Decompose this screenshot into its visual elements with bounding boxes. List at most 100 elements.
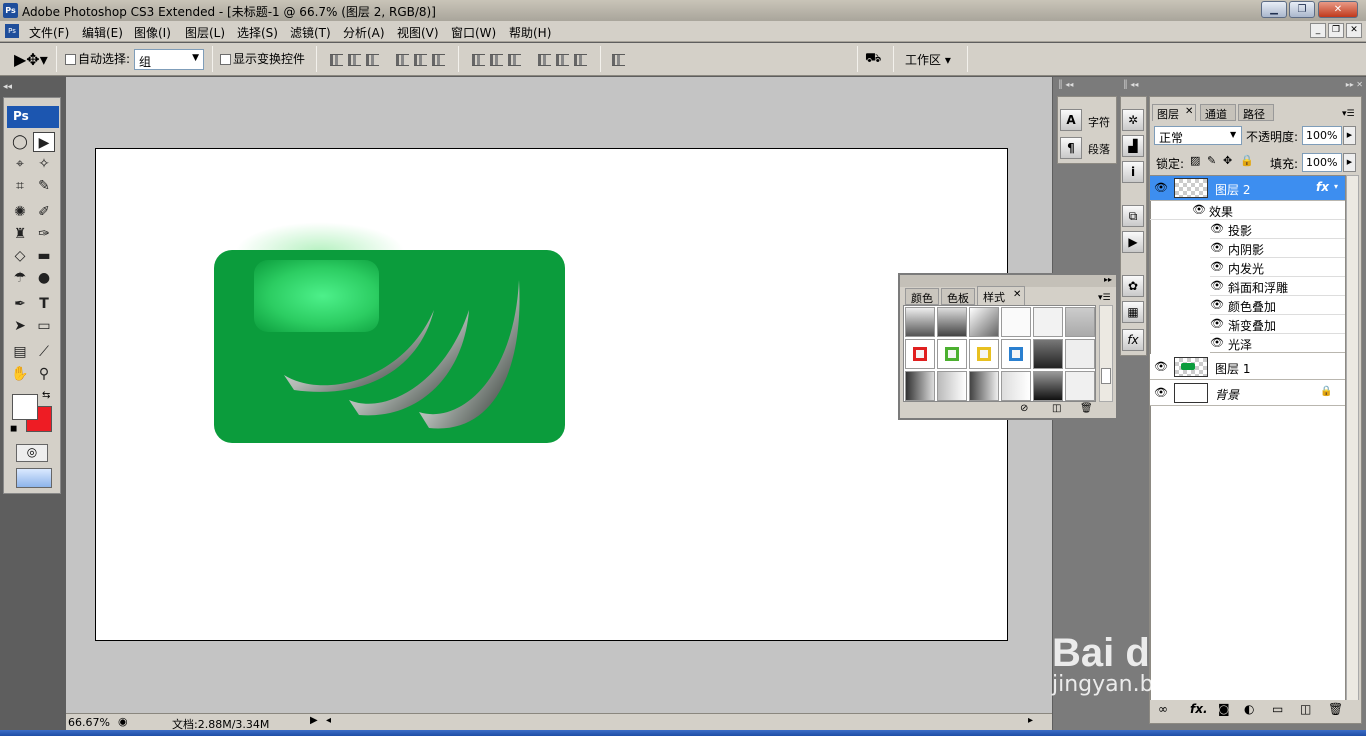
style-swatch[interactable] [905, 307, 935, 337]
align-vcenter-icon[interactable] [348, 54, 361, 66]
minimize-button[interactable]: ▁ [1261, 1, 1287, 18]
fill-input[interactable]: 100% [1302, 153, 1342, 172]
move-tool-icon[interactable]: ▶ [33, 132, 55, 152]
distribute-top-icon[interactable] [472, 54, 485, 66]
layer-row-layer-1[interactable]: 👁 图层 1 [1150, 354, 1345, 380]
style-swatch[interactable] [937, 307, 967, 337]
layer-name[interactable]: 背景 [1215, 386, 1239, 403]
visibility-eye-icon[interactable]: 👁 [1210, 299, 1224, 310]
visibility-eye-icon[interactable]: 👁 [1210, 242, 1224, 253]
close-button[interactable]: ✕ [1318, 1, 1358, 18]
styles-fx-icon[interactable]: fx [1122, 329, 1144, 351]
tab-color[interactable]: 颜色 [905, 288, 939, 305]
paragraph-icon[interactable]: ¶ [1060, 137, 1082, 159]
navigator-icon[interactable]: ✲ [1122, 109, 1144, 131]
collapse-effects-icon[interactable]: ▾ [1334, 182, 1338, 191]
visibility-eye-icon[interactable]: 👁 [1210, 318, 1224, 329]
scrollbar-thumb[interactable] [1101, 368, 1111, 384]
visibility-eye-icon[interactable]: 👁 [1210, 223, 1224, 234]
workspace-menu[interactable]: 工作区 ▾ [905, 51, 951, 68]
scroll-right-icon[interactable]: ▸ [1028, 715, 1033, 726]
effect-row[interactable]: 👁 光泽 [1210, 334, 1345, 353]
style-swatch[interactable] [1033, 371, 1063, 401]
status-menu-arrow-icon[interactable]: ▶ [310, 715, 318, 726]
menu-analysis[interactable]: 分析(A) [343, 24, 385, 41]
new-layer-icon[interactable]: ◫ [1300, 702, 1311, 716]
eraser-icon[interactable]: ◇ [9, 246, 31, 266]
slice-icon[interactable]: ✎ [33, 176, 55, 196]
align-top-icon[interactable] [330, 54, 343, 66]
close-icon[interactable]: ✕ [1185, 106, 1193, 117]
collapse-icon[interactable]: ◂◂ [3, 82, 12, 92]
menu-window[interactable]: 窗口(W) [451, 24, 496, 41]
menu-help[interactable]: 帮助(H) [509, 24, 551, 41]
fx-icon[interactable]: fx [1316, 180, 1329, 194]
style-swatch[interactable] [1001, 339, 1031, 369]
effect-row[interactable]: 👁 渐变叠加 [1210, 315, 1345, 334]
distribute-vcenter-icon[interactable] [490, 54, 503, 66]
hand-icon[interactable]: ✋ [9, 364, 31, 384]
adjustment-layer-icon[interactable]: ◐ [1244, 702, 1254, 716]
opacity-slider-arrow-icon[interactable]: ▶ [1343, 126, 1356, 145]
style-swatch[interactable] [969, 339, 999, 369]
styles-scrollbar[interactable] [1099, 305, 1113, 402]
green-rounded-shape[interactable] [214, 250, 565, 443]
align-bottom-icon[interactable] [366, 54, 379, 66]
effect-row[interactable]: 👁 内发光 [1210, 258, 1345, 277]
paragraph-label[interactable]: 段落 [1088, 141, 1110, 157]
align-left-icon[interactable] [396, 54, 409, 66]
tool-presets-icon[interactable]: ▦ [1122, 301, 1144, 323]
clear-style-icon[interactable]: ⊘ [1020, 403, 1028, 414]
tab-layers[interactable]: 图层 ✕ [1152, 104, 1196, 121]
gradient-icon[interactable]: ▬ [33, 246, 55, 266]
eyedropper-icon[interactable]: ⟋ [33, 342, 55, 362]
panel-menu-icon[interactable]: ▾☰ [1098, 293, 1111, 303]
tab-paths[interactable]: 路径 [1238, 104, 1274, 121]
effect-row[interactable]: 👁 投影 [1210, 220, 1345, 239]
layers-scrollbar[interactable] [1346, 175, 1359, 710]
actions-icon[interactable]: ▶ [1122, 231, 1144, 253]
trash-icon[interactable]: 🗑 [1080, 403, 1093, 414]
history-brush-icon[interactable]: ✑ [33, 224, 55, 244]
blur-icon[interactable]: ☂ [9, 268, 31, 288]
menu-file[interactable]: 文件(F) [29, 24, 69, 41]
foreground-color-swatch[interactable] [12, 394, 38, 420]
effect-row[interactable]: 👁 斜面和浮雕 [1210, 277, 1345, 296]
zoom-level[interactable]: 66.67% [68, 716, 110, 729]
layer-name[interactable]: 图层 2 [1215, 181, 1250, 198]
type-icon[interactable]: T [33, 294, 55, 314]
brushes-icon[interactable]: ✿ [1122, 275, 1144, 297]
style-swatch[interactable] [937, 339, 967, 369]
history-icon[interactable]: ⧉ [1122, 205, 1144, 227]
visibility-eye-icon[interactable]: 👁 [1210, 337, 1224, 348]
tab-styles[interactable]: 样式 ✕ [977, 286, 1025, 305]
auto-align-icon[interactable] [612, 54, 625, 66]
notes-icon[interactable]: ▤ [9, 342, 31, 362]
menu-edit[interactable]: 编辑(E) [82, 24, 123, 41]
distribute-bottom-icon[interactable] [508, 54, 521, 66]
tab-channels[interactable]: 通道 [1200, 104, 1236, 121]
auto-select-checkbox[interactable] [65, 54, 76, 65]
menu-view[interactable]: 视图(V) [397, 24, 439, 41]
clone-stamp-icon[interactable]: ♜ [9, 224, 31, 244]
pen-icon[interactable]: ✒ [9, 294, 31, 314]
align-hcenter-icon[interactable] [414, 54, 427, 66]
magic-wand-icon[interactable]: ✧ [33, 154, 55, 174]
dodge-icon[interactable]: ● [33, 268, 55, 288]
effect-row[interactable]: 👁 颜色叠加 [1210, 296, 1345, 315]
new-group-icon[interactable]: ▭ [1272, 702, 1283, 716]
lasso-icon[interactable]: ⌖ [9, 154, 31, 174]
style-swatch[interactable] [905, 339, 935, 369]
info-icon[interactable]: i [1122, 161, 1144, 183]
quick-mask-icon[interactable]: ◎ [16, 444, 48, 462]
fill-slider-arrow-icon[interactable]: ▶ [1343, 153, 1356, 172]
lock-paint-icon[interactable]: ✎ [1207, 154, 1216, 167]
zoom-icon[interactable]: ⚲ [33, 364, 55, 384]
layer-row-background[interactable]: 👁 背景 🔒 [1150, 380, 1345, 406]
doc-restore-button[interactable]: ❐ [1328, 23, 1344, 38]
blend-mode-dropdown[interactable]: 正常 ▼ [1154, 126, 1242, 145]
add-mask-icon[interactable]: ◙ [1218, 702, 1230, 716]
character-label[interactable]: 字符 [1088, 114, 1110, 130]
distribute-hcenter-icon[interactable] [556, 54, 569, 66]
lock-position-icon[interactable]: ✥ [1223, 154, 1232, 167]
